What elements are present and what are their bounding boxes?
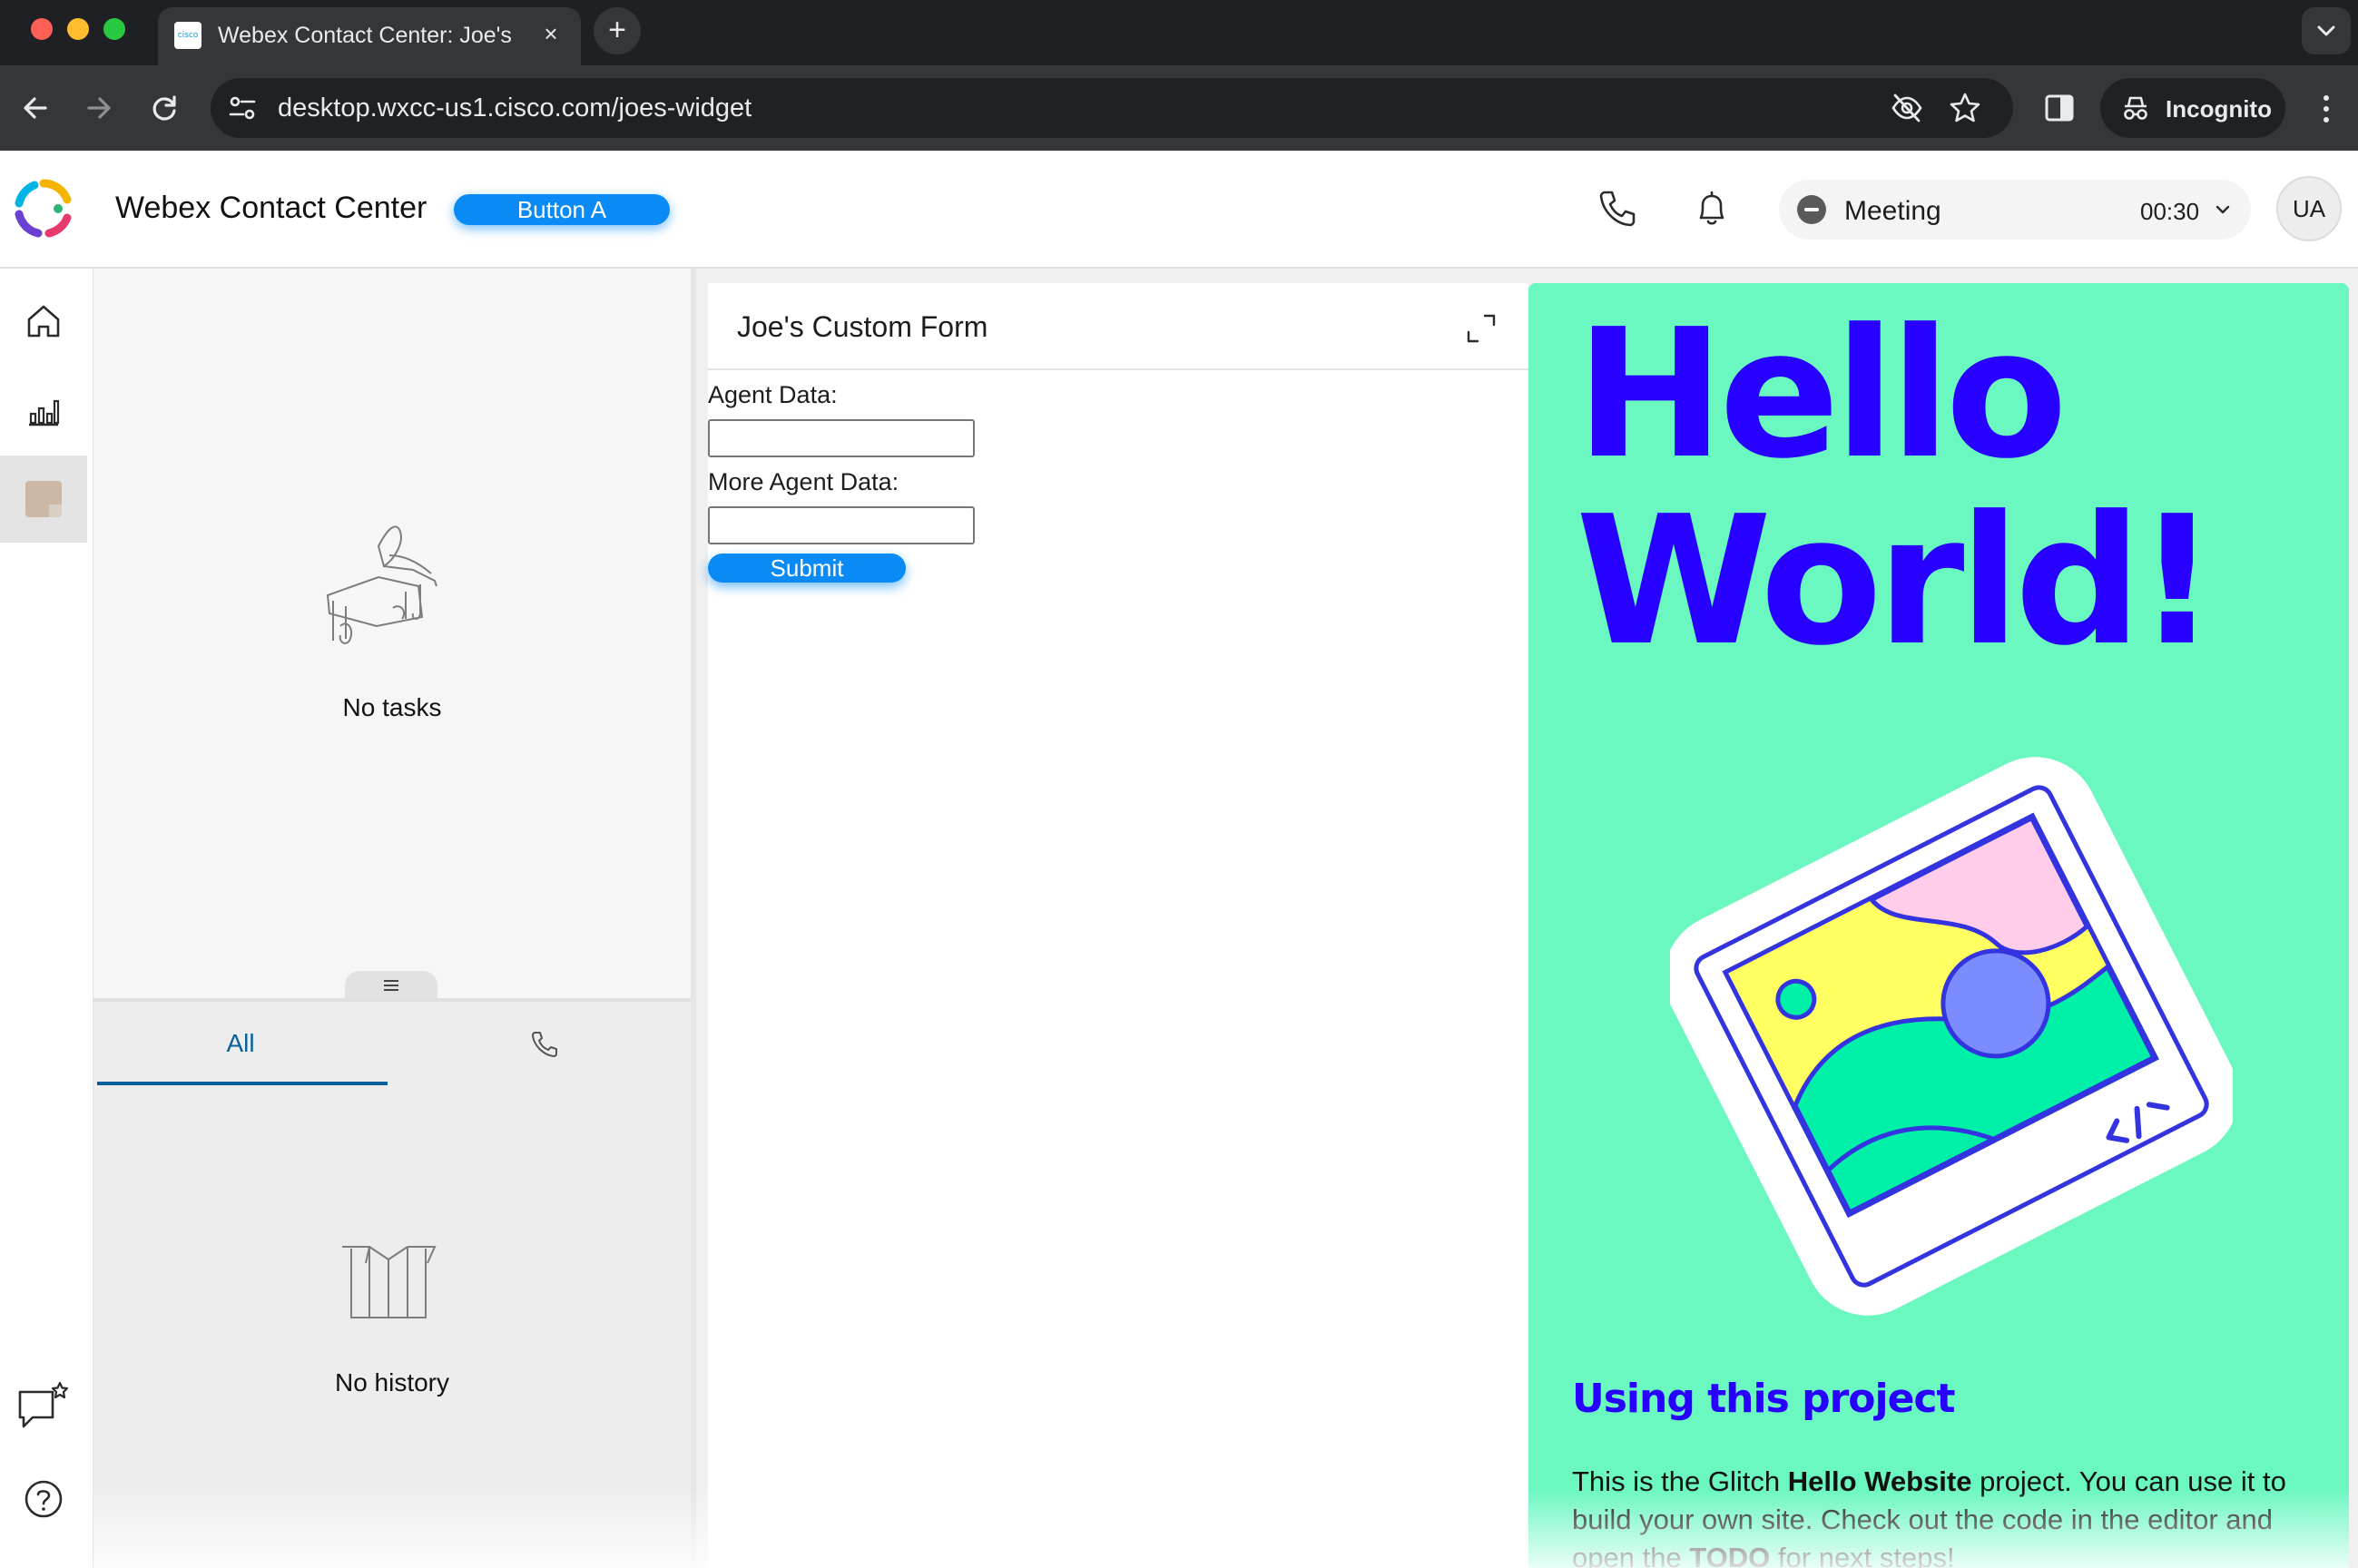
side-panel-icon[interactable] — [2042, 91, 2077, 125]
agent-state-label: Meeting — [1844, 196, 1941, 226]
hello-body-bold1: Hello Website — [1787, 1465, 1972, 1497]
nav-home[interactable] — [0, 278, 87, 365]
window-zoom-button[interactable] — [103, 18, 125, 40]
agent-state-timer: 00:30 — [2140, 198, 2200, 225]
feedback-icon[interactable] — [16, 1379, 71, 1434]
analytics-icon — [29, 399, 60, 426]
site-info-icon[interactable] — [227, 93, 258, 123]
tab-all-label: All — [226, 1029, 255, 1057]
incognito-icon — [2124, 96, 2147, 120]
submit-button[interactable]: Submit — [708, 554, 906, 583]
hello-body-bold2: TODO — [1689, 1542, 1771, 1568]
tab-close-icon[interactable]: × — [537, 20, 565, 47]
hello-body-prefix: This is the Glitch — [1572, 1465, 1788, 1497]
hello-heading-line2: World! — [1576, 478, 2217, 685]
button-a[interactable]: Button A — [454, 194, 670, 225]
left-nav — [0, 269, 93, 1568]
hello-subheading: Using this project — [1572, 1376, 1956, 1422]
reload-icon[interactable] — [142, 85, 187, 131]
more-agent-data-label: More Agent Data: — [708, 468, 899, 495]
app-header: Webex Contact Center Button A Meeting 00… — [0, 151, 2358, 269]
agent-data-label: Agent Data: — [708, 381, 838, 408]
gramophone-empty-icon — [326, 525, 437, 644]
agent-photo — [25, 481, 62, 517]
agent-state-selector[interactable]: Meeting 00:30 — [1779, 180, 2251, 240]
phone-icon — [532, 1032, 557, 1057]
tab-calls[interactable] — [402, 1002, 689, 1087]
webex-logo-icon — [15, 179, 72, 238]
agent-data-input[interactable] — [708, 419, 975, 457]
address-bar[interactable]: desktop.wxcc-us1.cisco.com/joes-widget — [211, 78, 2013, 138]
drag-handle-icon — [384, 980, 398, 991]
tab-all[interactable]: All — [95, 1002, 388, 1087]
form-title: Joe's Custom Form — [737, 310, 988, 343]
image-illustration-icon — [1670, 757, 2233, 1316]
window-close-button[interactable] — [31, 18, 53, 40]
new-tab-icon[interactable]: + — [594, 7, 641, 54]
more-agent-data-input[interactable] — [708, 506, 975, 544]
tab-active-indicator — [97, 1082, 388, 1085]
meeting-status-icon — [1797, 195, 1826, 224]
task-list-panel: No tasks — [93, 269, 691, 1000]
help-icon[interactable] — [16, 1472, 71, 1526]
browser-tab-bar: cisco Webex Contact Center: Joe's × + — [0, 0, 2358, 65]
window-minimize-button[interactable] — [67, 18, 89, 40]
eye-off-icon[interactable] — [1890, 91, 1924, 125]
app-title: Webex Contact Center — [115, 191, 427, 225]
tab-search-icon[interactable] — [2302, 7, 2351, 54]
chevron-down-icon — [2216, 205, 2230, 214]
incognito-label: Incognito — [2166, 95, 2272, 122]
url-text[interactable]: desktop.wxcc-us1.cisco.com/joes-widget — [278, 93, 752, 123]
nav-agent-profile[interactable] — [0, 456, 87, 543]
star-icon[interactable] — [1948, 91, 1982, 125]
open-box-empty-icon — [342, 1246, 437, 1318]
no-history-label: No history — [334, 1368, 450, 1396]
home-icon — [27, 305, 60, 338]
custom-form-widget: Joe's Custom Form Agent Data: More Agent… — [708, 283, 1528, 1568]
browser-tab[interactable]: cisco Webex Contact Center: Joe's × — [158, 7, 581, 65]
expand-icon[interactable] — [1465, 312, 1498, 345]
forward-icon[interactable] — [76, 85, 122, 131]
hello-heading: Hello World! — [1576, 301, 2320, 675]
panel-resize-handle[interactable] — [345, 971, 437, 1000]
bell-icon[interactable] — [1690, 187, 1734, 230]
browser-toolbar: desktop.wxcc-us1.cisco.com/joes-widget I… — [0, 65, 2358, 151]
incognito-badge[interactable]: Incognito — [2100, 78, 2285, 138]
contact-history-panel: All No history — [93, 1002, 691, 1568]
form-header: Joe's Custom Form — [708, 283, 1528, 370]
cisco-favicon-icon: cisco — [174, 22, 201, 49]
phone-icon[interactable] — [1596, 187, 1639, 230]
hello-body-text: This is the Glitch Hello Website project… — [1572, 1463, 2325, 1568]
more-icon[interactable] — [2313, 91, 2340, 127]
nav-analytics[interactable] — [0, 367, 87, 454]
user-avatar[interactable]: UA — [2276, 176, 2342, 241]
hello-website-frame: Hello World! Using this project This is … — [1528, 283, 2349, 1568]
hello-heading-line1: Hello — [1576, 291, 2068, 498]
back-icon[interactable] — [13, 85, 58, 131]
no-tasks-label: No tasks — [342, 693, 442, 721]
tab-title: Webex Contact Center: Joe's — [218, 23, 512, 48]
hello-body-suffix: for next steps! — [1770, 1542, 1955, 1568]
